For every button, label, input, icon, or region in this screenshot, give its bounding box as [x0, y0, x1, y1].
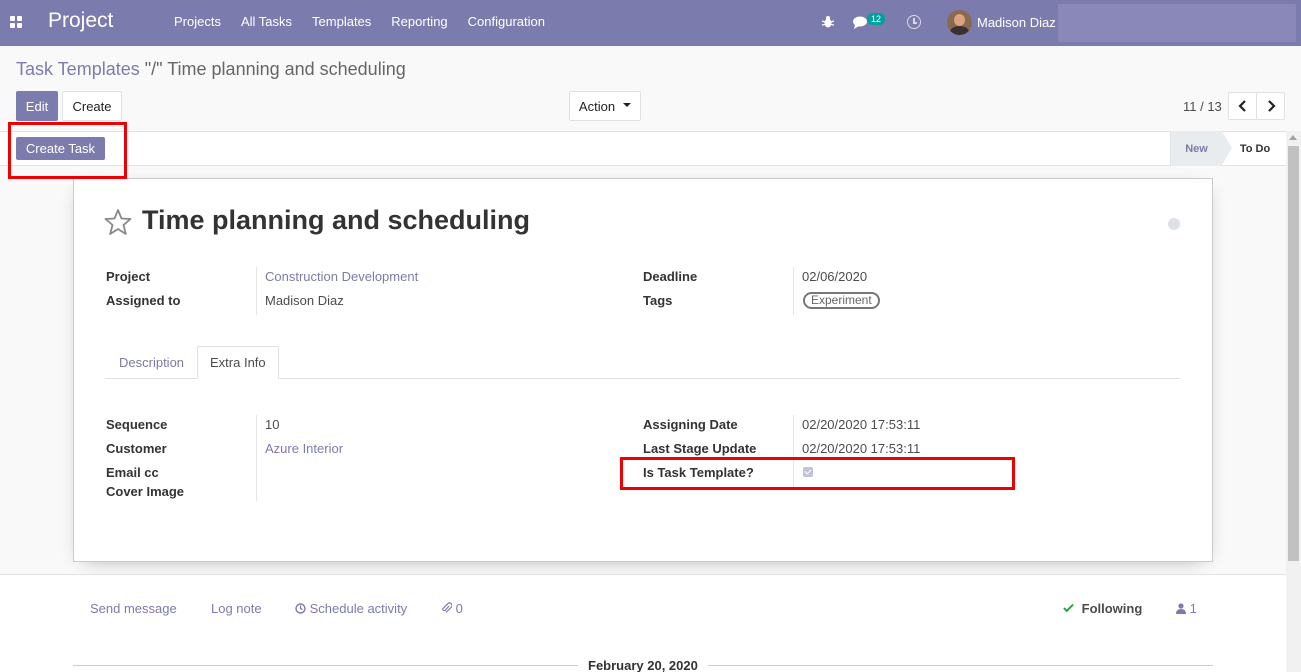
assigning-date-value[interactable]: 02/20/2020 17:53:11 [802, 417, 920, 432]
star-priority-icon[interactable] [104, 208, 132, 236]
scroll-up-arrow-icon[interactable] [1289, 135, 1297, 140]
project-label: Project [106, 269, 151, 284]
caret-down-icon [623, 103, 632, 107]
following-button[interactable]: Following [1063, 601, 1143, 616]
task-title: Time planning and scheduling [142, 205, 531, 235]
breadcrumb: Task Templates "/" Time planning and sch… [16, 59, 406, 80]
create-button[interactable]: Create [62, 91, 122, 121]
action-dropdown[interactable]: Action [569, 91, 641, 121]
field-divider [793, 267, 794, 315]
log-note-button[interactable]: Log note [211, 601, 262, 616]
scrollbar-thumb[interactable] [1288, 146, 1299, 561]
chevron-right-icon [1267, 100, 1276, 112]
send-message-button[interactable]: Send message [90, 601, 177, 616]
schedule-activity-button[interactable]: Schedule activity [295, 601, 407, 616]
edit-button[interactable]: Edit [16, 91, 58, 121]
tab-extra-info[interactable]: Extra Info [197, 346, 279, 379]
chevron-left-icon [1237, 100, 1246, 112]
menu-item-reporting[interactable]: Reporting [381, 14, 457, 29]
statusbar [0, 131, 1301, 166]
menu-item-configuration[interactable]: Configuration [458, 14, 555, 29]
user-avatar[interactable] [947, 10, 972, 35]
field-divider [256, 267, 257, 315]
followers-button[interactable]: 1 [1176, 601, 1197, 616]
assigning-date-label: Assigning Date [643, 417, 738, 432]
schedule-activity-label: Schedule activity [309, 601, 408, 616]
paperclip-icon [442, 602, 453, 613]
activity-clock-icon[interactable] [907, 15, 921, 29]
main-menu: Projects All Tasks Templates Reporting C… [164, 14, 555, 29]
assigned-to-label: Assigned to [106, 293, 181, 308]
highlight-create-task [8, 122, 127, 179]
redacted-area [1058, 4, 1296, 42]
message-count-badge: 12 [867, 13, 886, 25]
tag-badge[interactable]: Experiment [803, 292, 880, 309]
attachments-button[interactable]: 0 [441, 601, 463, 616]
date-separator: February 20, 2020 [578, 658, 708, 672]
stage-new[interactable]: New [1170, 131, 1232, 166]
menu-item-all-tasks[interactable]: All Tasks [231, 14, 302, 29]
followers-count: 1 [1189, 601, 1197, 616]
debug-bug-icon[interactable] [822, 15, 834, 29]
breadcrumb-separator: "/" [144, 59, 163, 79]
sequence-value[interactable]: 10 [265, 417, 279, 432]
pager-value[interactable]: 11 / 13 [1183, 99, 1222, 114]
deadline-value[interactable]: 02/06/2020 [802, 269, 867, 284]
pager-next-button[interactable] [1256, 92, 1285, 120]
cover-image-label: Cover Image [106, 484, 185, 499]
customer-label: Customer [106, 441, 167, 456]
action-label: Action [578, 98, 616, 114]
app-name[interactable]: Project [48, 9, 113, 33]
highlight-is-task-template [620, 457, 1015, 490]
menu-item-projects[interactable]: Projects [164, 14, 231, 29]
sequence-label: Sequence [106, 417, 168, 432]
breadcrumb-current: Time planning and scheduling [167, 59, 406, 79]
field-divider [256, 415, 257, 501]
last-stage-update-value[interactable]: 02/20/2020 17:53:11 [802, 441, 920, 456]
user-menu[interactable]: Madison Diaz [977, 15, 1056, 30]
top-navbar: Project Projects All Tasks Templates Rep… [0, 0, 1301, 46]
project-value[interactable]: Construction Development [265, 269, 418, 284]
customer-value[interactable]: Azure Interior [265, 441, 343, 456]
pager-previous-button[interactable] [1228, 92, 1257, 120]
clock-icon [295, 603, 306, 614]
tab-description[interactable]: Description [107, 346, 196, 379]
deadline-label: Deadline [643, 269, 698, 284]
following-label: Following [1081, 601, 1143, 616]
breadcrumb-parent[interactable]: Task Templates [16, 59, 140, 79]
user-icon [1176, 603, 1186, 614]
stage-todo[interactable]: To Do [1224, 131, 1286, 166]
kanban-state-icon[interactable] [1168, 218, 1180, 230]
menu-item-templates[interactable]: Templates [302, 14, 381, 29]
attachments-count: 0 [455, 601, 463, 616]
tags-label: Tags [643, 293, 673, 308]
last-stage-update-label: Last Stage Update [643, 441, 757, 456]
assigned-to-value[interactable]: Madison Diaz [265, 293, 344, 308]
apps-menu-icon[interactable] [10, 16, 22, 28]
email-cc-label: Email cc [106, 465, 159, 480]
